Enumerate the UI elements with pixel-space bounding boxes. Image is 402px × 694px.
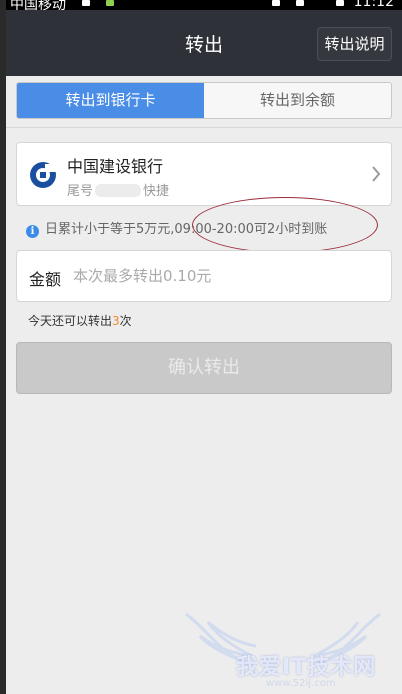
clock: 11:12	[353, 0, 394, 10]
info-icon: i	[26, 225, 39, 238]
transfer-help-button[interactable]: 转出说明	[317, 27, 392, 61]
amount-label: 金额	[29, 270, 62, 289]
confirm-transfer-button[interactable]: 确认转出	[16, 342, 392, 394]
divider	[6, 127, 402, 128]
bank-card-selector[interactable]: 中国建设银行 尾号 快捷	[16, 142, 392, 206]
chevron-right-icon	[372, 166, 381, 182]
app-notification-icon	[106, 0, 114, 6]
wifi-icon	[296, 0, 304, 6]
transfer-tabs: 转出到银行卡 转出到余额	[16, 82, 392, 119]
main-content: 转出到银行卡 转出到余额 中国建设银行 尾号 快捷 i 日累计小于等于5万元,09:…	[6, 76, 402, 694]
masked-card-number	[95, 184, 142, 197]
card-tail-number: 尾号 快捷	[67, 180, 169, 199]
battery-icon	[336, 0, 344, 6]
remaining-count: 3	[112, 314, 120, 328]
watermark-text: 我爱IT技术网	[236, 655, 377, 680]
amount-field-container: 金额	[16, 250, 392, 302]
notification-icon	[82, 0, 90, 6]
amount-input[interactable]	[73, 261, 373, 291]
remaining-prefix: 今天还可以转出	[28, 314, 113, 328]
remaining-suffix: 次	[119, 314, 132, 328]
title-bar: 转出 转出说明	[6, 10, 402, 76]
remaining-times: 今天还可以转出3次	[28, 312, 132, 329]
status-bar: 中国移动 11:12	[0, 0, 402, 10]
bank-name: 中国建设银行	[67, 157, 164, 176]
app-screen: 中国移动 11:12 转出 转出说明 转出到银行卡 转出到余额 中国建设银行 尾…	[0, 0, 402, 694]
tab-to-balance[interactable]: 转出到余额	[204, 83, 391, 118]
watermark-url: www.52ij.com	[266, 678, 336, 689]
carrier-label: 中国移动	[10, 0, 66, 10]
tab-to-bank-card[interactable]: 转出到银行卡	[17, 83, 204, 118]
signal-icon	[272, 0, 280, 6]
annotation-ellipse	[192, 197, 378, 253]
card-tail-prefix: 尾号	[67, 184, 94, 199]
card-tail-suffix: 快捷	[143, 184, 170, 199]
ccb-bank-logo-icon	[30, 162, 57, 188]
